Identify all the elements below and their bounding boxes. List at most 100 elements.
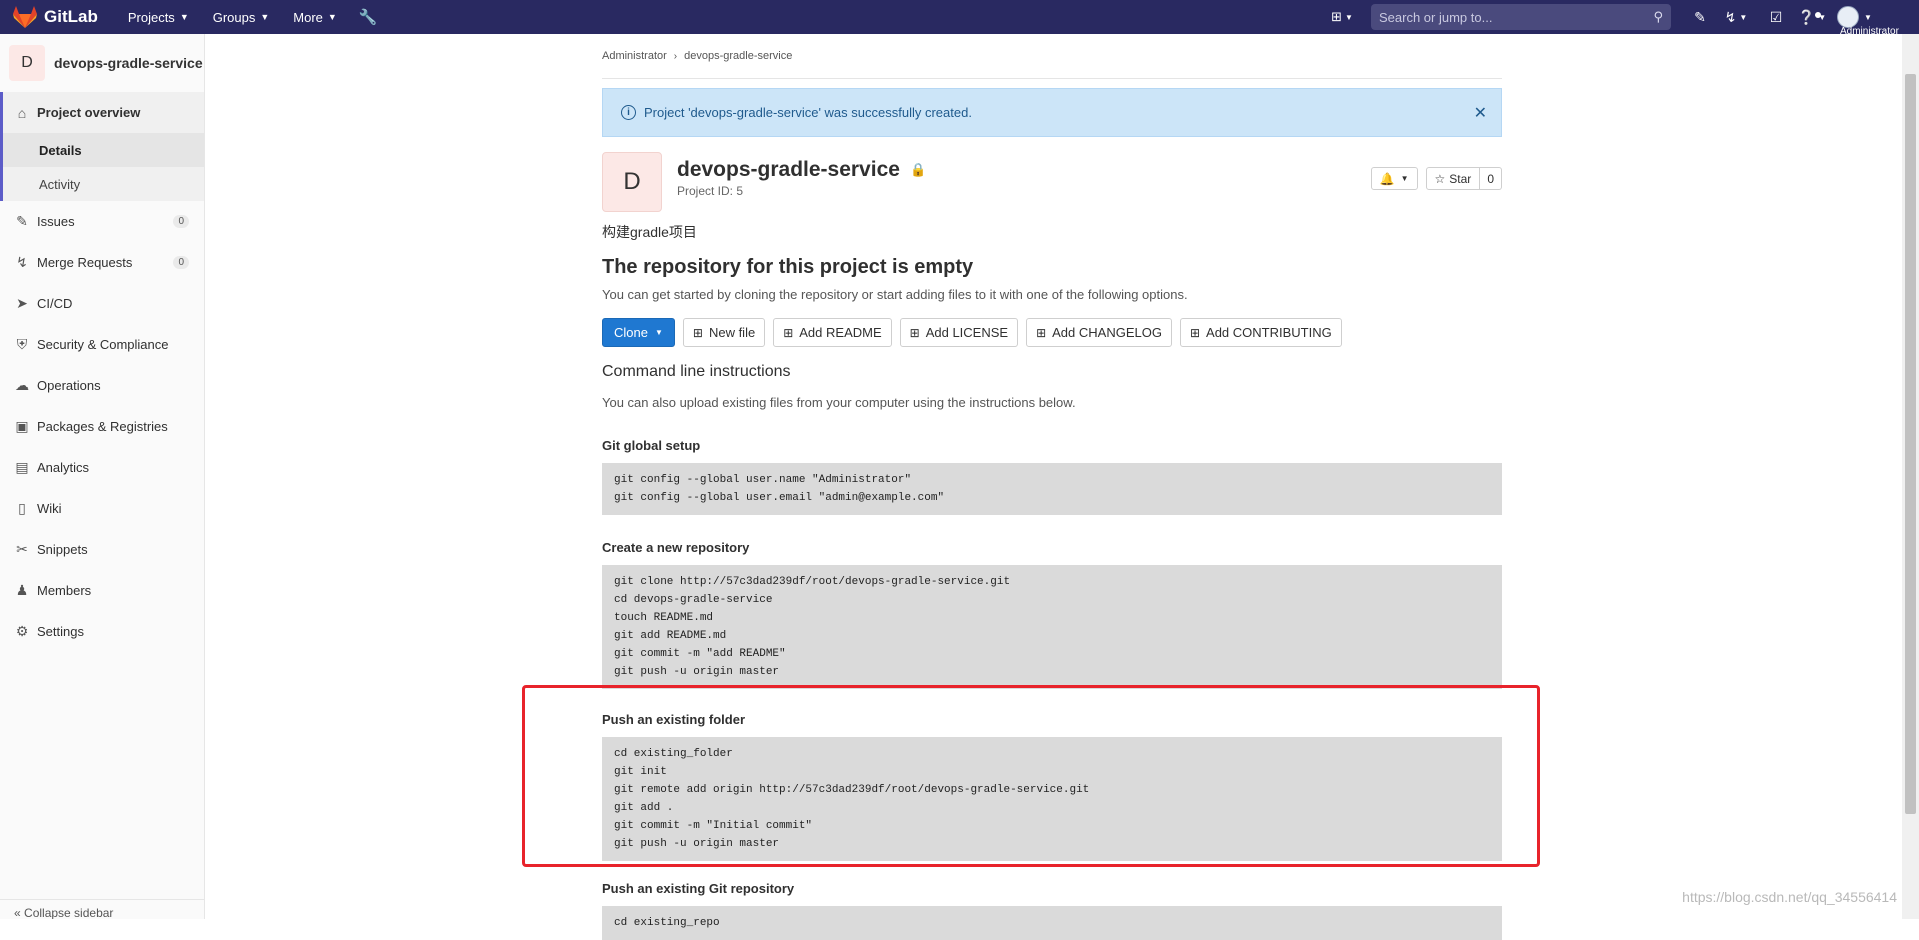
chevron-down-icon: ▼ bbox=[1739, 13, 1747, 22]
empty-repo-title: The repository for this project is empty bbox=[602, 256, 1502, 279]
sidebar-item-analytics[interactable]: ▤ Analytics bbox=[0, 447, 204, 488]
plus-square-icon: ⊞ bbox=[693, 326, 703, 340]
code-block[interactable]: cd existing_repo bbox=[602, 906, 1502, 940]
nav-groups-dropdown[interactable]: Groups ▼ bbox=[213, 10, 270, 25]
rocket-icon: ➤ bbox=[14, 295, 30, 312]
sidebar-subitem-label: Details bbox=[39, 143, 82, 158]
chevron-down-icon: ▼ bbox=[260, 12, 269, 22]
merge-requests-shortcut[interactable]: ↯ ▼ bbox=[1721, 9, 1751, 26]
star-count[interactable]: 0 bbox=[1480, 167, 1502, 190]
section-title: Create a new repository bbox=[602, 540, 1502, 555]
sidebar-item-settings[interactable]: ⚙ Settings bbox=[0, 611, 204, 652]
admin-wrench-icon[interactable]: 🔧 bbox=[359, 8, 378, 26]
gear-icon: ⚙ bbox=[14, 623, 30, 640]
highlight-annotation-box bbox=[522, 685, 1540, 867]
add-license-label: Add LICENSE bbox=[926, 325, 1008, 340]
sidebar-item-merge-requests[interactable]: ↯ Merge Requests 0 bbox=[0, 242, 204, 283]
top-navbar: GitLab Projects ▼ Groups ▼ More ▼ 🔧 ⊞ ▼ … bbox=[0, 0, 1919, 34]
sidebar-item-label: CI/CD bbox=[37, 296, 72, 311]
todos-shortcut[interactable]: ☑ bbox=[1761, 9, 1791, 26]
star-group: ☆ Star 0 bbox=[1426, 167, 1502, 190]
sidebar-item-cicd[interactable]: ➤ CI/CD bbox=[0, 283, 204, 324]
add-changelog-button[interactable]: ⊞ Add CHANGELOG bbox=[1026, 318, 1172, 347]
notification-dot bbox=[1815, 12, 1821, 18]
search-box[interactable]: ⚲ bbox=[1371, 4, 1671, 30]
new-file-label: New file bbox=[709, 325, 755, 340]
book-icon: ▯ bbox=[14, 500, 30, 517]
sidebar-item-label: Analytics bbox=[37, 460, 89, 475]
issues-shortcut[interactable]: ✎ bbox=[1685, 9, 1715, 26]
create-repo-section: Create a new repository git clone http:/… bbox=[602, 540, 1502, 689]
project-name: devops-gradle-service bbox=[677, 158, 900, 182]
search-input[interactable] bbox=[1379, 10, 1653, 25]
section-title: Push an existing Git repository bbox=[602, 881, 1502, 896]
breadcrumb-link-project[interactable]: devops-gradle-service bbox=[684, 50, 792, 62]
page-scrollbar[interactable] bbox=[1902, 34, 1919, 919]
breadcrumb-link-namespace[interactable]: Administrator bbox=[602, 50, 667, 62]
sidebar-item-security[interactable]: ⛨ Security & Compliance bbox=[0, 324, 204, 365]
sidebar-item-wiki[interactable]: ▯ Wiki bbox=[0, 488, 204, 529]
sidebar-item-label: Project overview bbox=[37, 105, 140, 120]
issues-icon: ✎ bbox=[1694, 9, 1706, 26]
sidebar-item-issues[interactable]: ✎ Issues 0 bbox=[0, 201, 204, 242]
merge-request-icon: ↯ bbox=[14, 254, 30, 271]
users-icon: ♟ bbox=[14, 582, 30, 599]
scissors-icon: ✂ bbox=[14, 541, 30, 558]
sidebar-subitem-details[interactable]: Details bbox=[0, 133, 204, 167]
gitlab-home-link[interactable]: GitLab bbox=[12, 5, 98, 29]
sidebar-project-header[interactable]: D devops-gradle-service bbox=[0, 34, 204, 92]
star-button[interactable]: ☆ Star bbox=[1426, 167, 1481, 190]
notification-settings-button[interactable]: 🔔 ▼ bbox=[1371, 167, 1418, 190]
help-dropdown[interactable]: ❔ ▼ bbox=[1797, 9, 1827, 26]
close-icon[interactable]: ✕ bbox=[1474, 103, 1487, 123]
code-block[interactable]: git clone http://57c3dad239df/root/devop… bbox=[602, 565, 1502, 689]
info-icon: i bbox=[621, 105, 636, 120]
bell-icon: 🔔 bbox=[1380, 172, 1395, 186]
collapse-sidebar-button[interactable]: « Collapse sidebar bbox=[0, 899, 205, 919]
sidebar-item-packages[interactable]: ▣ Packages & Registries bbox=[0, 406, 204, 447]
sidebar-item-operations[interactable]: ☁ Operations bbox=[0, 365, 204, 406]
collapse-double-chevron-icon: « bbox=[14, 906, 21, 919]
sidebar-item-label: Packages & Registries bbox=[37, 419, 168, 434]
user-menu[interactable]: ▼ Administrator bbox=[1837, 6, 1919, 28]
chevron-down-icon: ▼ bbox=[1864, 13, 1872, 22]
project-sidebar: D devops-gradle-service ⌂ Project overvi… bbox=[0, 34, 205, 919]
sidebar-item-project-overview[interactable]: ⌂ Project overview bbox=[0, 92, 204, 133]
add-contributing-button[interactable]: ⊞ Add CONTRIBUTING bbox=[1180, 318, 1342, 347]
lock-icon: 🔒 bbox=[910, 162, 926, 178]
add-contributing-label: Add CONTRIBUTING bbox=[1206, 325, 1332, 340]
project-avatar-large: D bbox=[602, 152, 662, 212]
add-license-button[interactable]: ⊞ Add LICENSE bbox=[900, 318, 1018, 347]
cloud-gear-icon: ☁ bbox=[14, 377, 30, 394]
nav-groups-label: Groups bbox=[213, 10, 256, 25]
add-readme-button[interactable]: ⊞ Add README bbox=[773, 318, 891, 347]
package-icon: ▣ bbox=[14, 418, 30, 435]
plus-square-icon: ⊞ bbox=[783, 326, 793, 340]
sidebar-item-label: Wiki bbox=[37, 501, 62, 516]
scrollbar-thumb[interactable] bbox=[1905, 74, 1916, 814]
star-label: Star bbox=[1449, 172, 1471, 186]
plus-square-icon: ⊞ bbox=[910, 326, 920, 340]
plus-square-icon: ⊞ bbox=[1190, 326, 1200, 340]
nav-projects-dropdown[interactable]: Projects ▼ bbox=[128, 10, 189, 25]
clone-button[interactable]: Clone ▼ bbox=[602, 318, 675, 347]
new-item-dropdown[interactable]: ⊞ ▼ bbox=[1325, 9, 1359, 25]
new-file-button[interactable]: ⊞ New file bbox=[683, 318, 765, 347]
nav-projects-label: Projects bbox=[128, 10, 175, 25]
watermark-text: https://blog.csdn.net/qq_34556414 bbox=[1682, 889, 1897, 905]
sidebar-item-label: Settings bbox=[37, 624, 84, 639]
todo-check-icon: ☑ bbox=[1770, 9, 1783, 26]
sidebar-item-members[interactable]: ♟ Members bbox=[0, 570, 204, 611]
code-block[interactable]: git config --global user.name "Administr… bbox=[602, 463, 1502, 515]
project-header: D devops-gradle-service 🔒 Project ID: 5 … bbox=[602, 152, 1502, 210]
topbar-right: ⊞ ▼ ⚲ ✎ ↯ ▼ ☑ ❔ ▼ ▼ Administrator bbox=[1325, 0, 1919, 34]
sidebar-subitem-activity[interactable]: Activity bbox=[0, 167, 204, 201]
merge-requests-count-badge: 0 bbox=[173, 256, 189, 269]
plus-square-icon: ⊞ bbox=[1331, 9, 1342, 25]
sidebar-item-snippets[interactable]: ✂ Snippets bbox=[0, 529, 204, 570]
cli-help: You can also upload existing files from … bbox=[602, 395, 1502, 410]
star-icon: ☆ bbox=[1435, 172, 1446, 186]
chevron-right-icon: › bbox=[674, 51, 677, 62]
issues-count-badge: 0 bbox=[173, 215, 189, 228]
nav-more-dropdown[interactable]: More ▼ bbox=[293, 10, 337, 25]
